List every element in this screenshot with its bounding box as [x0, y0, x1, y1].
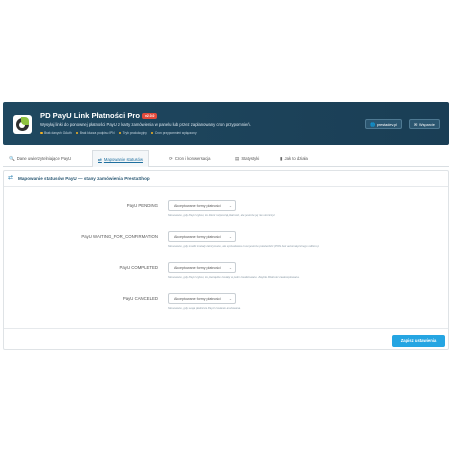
- panel-footer-divider: [4, 328, 448, 329]
- tab-credentials[interactable]: 🔍 Dane uwierzytelniające PayU: [9, 150, 71, 167]
- save-settings-button[interactable]: Zapisz ustawienia: [392, 335, 445, 347]
- feature-item: Tryb produkcyjny: [118, 131, 147, 135]
- chevron-down-icon: ⌄: [228, 297, 232, 301]
- chevron-down-icon: ⌄: [228, 266, 232, 270]
- help-text: Stosowane, gdy sesja płatnicza PayU zost…: [168, 306, 241, 310]
- book-icon: ▮: [280, 156, 283, 161]
- mapping-row: PayU CANCELED Akceptowane formy płatnośc…: [4, 293, 448, 315]
- support-button[interactable]: ✉ Wsparcie: [409, 119, 440, 129]
- order-state-select[interactable]: Akceptowane formy płatności ⌄: [168, 293, 236, 304]
- refresh-icon: ⟳: [169, 156, 173, 161]
- website-button[interactable]: 🌐 prestadev.pl: [365, 119, 403, 129]
- module-container: PD PayU Link Płatności Pro v2.0.0 Wysyła…: [3, 102, 449, 350]
- tab-cron[interactable]: ⟳ Cron i konwersacja: [169, 150, 210, 167]
- panel-header: ⇄ Mapowanie statusów PayU — stany zamówi…: [4, 171, 448, 187]
- status-dot-icon: [118, 131, 122, 135]
- feature-list: Brak danych OAuth Brak klucza podpisu IP…: [40, 131, 197, 135]
- mapping-row: PayU COMPLETED Akceptowane formy płatnoś…: [4, 262, 448, 284]
- feature-item: Brak klucza podpisu IPN: [75, 131, 115, 135]
- order-state-select[interactable]: Akceptowane formy płatności ⌄: [168, 200, 236, 211]
- tab-status-mapping[interactable]: ⇄ Mapowanie statusów: [92, 150, 149, 167]
- tab-statistics[interactable]: ▤ Statystyki: [235, 150, 259, 167]
- module-header: PD PayU Link Płatności Pro v2.0.0 Wysyła…: [3, 102, 449, 145]
- status-label: PayU COMPLETED: [119, 265, 158, 270]
- chevron-down-icon: ⌄: [228, 235, 232, 239]
- status-label: PayU PENDING: [126, 203, 158, 208]
- globe-icon: 🌐: [370, 122, 376, 127]
- tab-how-it-works[interactable]: ▮ Jak to działa: [280, 150, 308, 167]
- help-text: Stosowane, gdy PayU zgłosi, że klient ro…: [168, 213, 276, 217]
- status-label: PayU WAITING_FOR_CONFIRMATION: [81, 234, 158, 239]
- module-title: PD PayU Link Płatności Pro: [40, 111, 141, 120]
- status-dot-icon: [150, 131, 154, 135]
- order-state-select[interactable]: Akceptowane formy płatności ⌄: [168, 262, 236, 273]
- module-subtitle: Wysyłaj linki do ponownej płatności PayU…: [40, 122, 251, 127]
- key-icon: 🔍: [9, 156, 15, 161]
- module-logo: [13, 115, 32, 134]
- tab-bar: 🔍 Dane uwierzytelniające PayU ⇄ Mapowanie …: [3, 150, 449, 167]
- exchange-icon: ⇄: [98, 157, 102, 162]
- order-state-select[interactable]: Akceptowane formy płatności ⌄: [168, 231, 236, 242]
- status-dot-icon: [75, 131, 79, 135]
- bar-chart-icon: ▤: [235, 156, 240, 161]
- chevron-down-icon: ⌄: [228, 204, 232, 208]
- panel-title: Mapowanie statusów PayU — stany zamówien…: [18, 176, 150, 181]
- status-label: PayU CANCELED: [122, 296, 158, 301]
- help-text: Stosowane, gdy środki zostały zatrzymane…: [168, 244, 320, 248]
- mapping-row: PayU PENDING Akceptowane formy płatności…: [4, 200, 448, 222]
- version-badge: v2.0.0: [142, 113, 158, 119]
- status-mapping-panel: ⇄ Mapowanie statusów PayU — stany zamówi…: [3, 170, 449, 350]
- exchange-icon: ⇄: [8, 175, 14, 181]
- help-text: Stosowane, gdy PayU zgłosi, że pieniądze…: [168, 275, 300, 279]
- feature-item: Cron przypomnień wyłączony: [150, 131, 197, 135]
- mapping-row: PayU WAITING_FOR_CONFIRMATION Akceptowan…: [4, 231, 448, 253]
- status-dot-icon: [40, 131, 43, 135]
- feature-item: Brak danych OAuth: [40, 131, 72, 135]
- envelope-icon: ✉: [414, 122, 418, 127]
